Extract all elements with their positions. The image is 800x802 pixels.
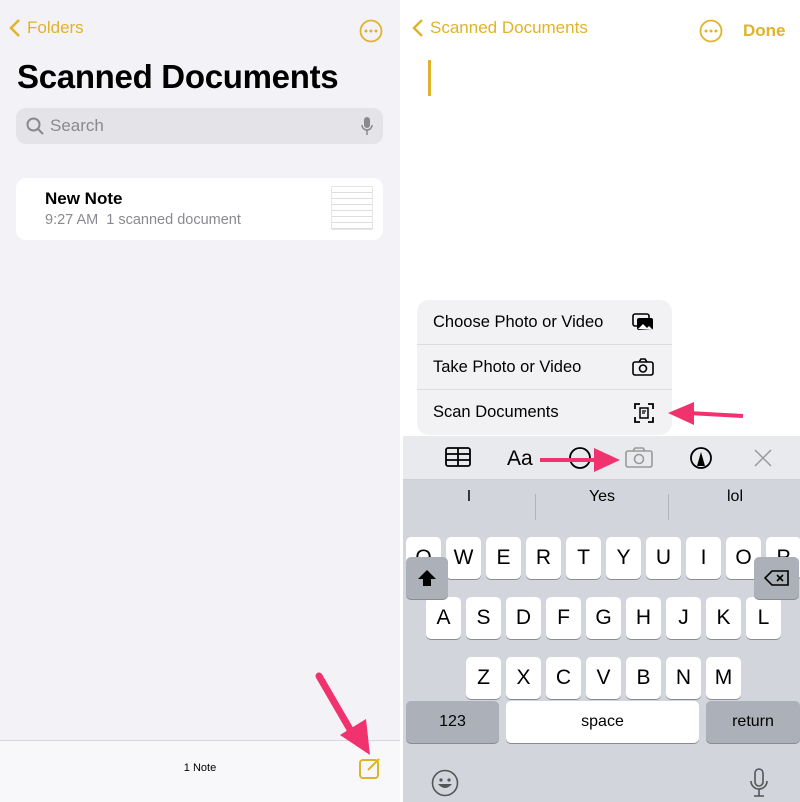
key-a[interactable]: A bbox=[426, 597, 461, 639]
shift-key[interactable] bbox=[406, 557, 448, 599]
menu-item-scan-documents[interactable]: Scan Documents bbox=[417, 390, 672, 435]
note-summary: 1 scanned document bbox=[106, 212, 241, 228]
key-d[interactable]: D bbox=[506, 597, 541, 639]
key-v[interactable]: V bbox=[586, 657, 621, 699]
more-icon[interactable] bbox=[359, 19, 383, 43]
markup-pen-icon[interactable] bbox=[689, 446, 713, 470]
note-count: 1 Note bbox=[183, 762, 217, 774]
space-key[interactable]: space bbox=[506, 701, 699, 743]
text-cursor bbox=[428, 60, 431, 96]
suggestion[interactable]: lol bbox=[669, 488, 800, 506]
return-key[interactable]: return bbox=[706, 701, 800, 743]
key-f[interactable]: F bbox=[546, 597, 581, 639]
key-h[interactable]: H bbox=[626, 597, 661, 639]
menu-item-label: Choose Photo or Video bbox=[433, 312, 604, 331]
notes-list-panel: Folders Scanned Documents Search New Not… bbox=[0, 0, 400, 802]
suggestion[interactable]: Yes bbox=[536, 488, 668, 506]
more-icon[interactable] bbox=[699, 19, 723, 43]
key-k[interactable]: K bbox=[706, 597, 741, 639]
suggestion[interactable]: I bbox=[403, 488, 535, 506]
note-time: 9:27 AM bbox=[45, 212, 99, 228]
chevron-left-icon bbox=[412, 19, 423, 37]
attachment-menu: Choose Photo or Video Take Photo or Vide… bbox=[417, 300, 672, 435]
note-thumbnail bbox=[331, 186, 373, 230]
note-list-item[interactable]: New Note 9:27 AM 1 scanned document bbox=[16, 178, 383, 240]
chevron-left-icon bbox=[9, 19, 20, 37]
close-icon[interactable] bbox=[754, 449, 772, 467]
key-g[interactable]: G bbox=[586, 597, 621, 639]
done-button[interactable]: Done bbox=[743, 21, 786, 41]
key-t[interactable]: T bbox=[566, 537, 601, 579]
shift-icon bbox=[418, 570, 436, 586]
format-toolbar: Aa bbox=[403, 436, 800, 480]
key-x[interactable]: X bbox=[506, 657, 541, 699]
key-s[interactable]: S bbox=[466, 597, 501, 639]
note-subtitle: 9:27 AM 1 scanned document bbox=[45, 212, 241, 228]
search-input[interactable]: Search bbox=[16, 108, 383, 144]
format-button[interactable]: Aa bbox=[507, 447, 533, 471]
back-label: Scanned Documents bbox=[430, 18, 588, 37]
checklist-icon[interactable] bbox=[568, 446, 592, 470]
back-label: Folders bbox=[27, 18, 84, 37]
bottom-toolbar: 1 Note bbox=[0, 740, 400, 802]
note-title: New Note bbox=[45, 189, 123, 208]
camera-icon[interactable] bbox=[625, 446, 653, 468]
key-j[interactable]: J bbox=[666, 597, 701, 639]
key-l[interactable]: L bbox=[746, 597, 781, 639]
dictation-icon[interactable] bbox=[750, 768, 768, 798]
key-b[interactable]: B bbox=[626, 657, 661, 699]
key-n[interactable]: N bbox=[666, 657, 701, 699]
compose-icon[interactable] bbox=[358, 756, 382, 780]
key-c[interactable]: C bbox=[546, 657, 581, 699]
menu-item-label: Take Photo or Video bbox=[433, 357, 582, 376]
numbers-key[interactable]: 123 bbox=[406, 701, 499, 743]
key-e[interactable]: E bbox=[486, 537, 521, 579]
menu-item-label: Scan Documents bbox=[433, 403, 559, 421]
menu-item-choose-photo[interactable]: Choose Photo or Video bbox=[417, 300, 672, 345]
search-icon bbox=[26, 117, 44, 135]
scan-document-icon bbox=[634, 402, 654, 423]
page-title: Scanned Documents bbox=[17, 58, 339, 95]
table-icon[interactable] bbox=[445, 447, 471, 467]
delete-key[interactable] bbox=[754, 557, 799, 599]
menu-item-take-photo[interactable]: Take Photo or Video bbox=[417, 345, 672, 390]
search-placeholder: Search bbox=[50, 116, 104, 135]
emoji-icon[interactable] bbox=[431, 769, 459, 797]
keyboard: Aa I Yes lol QWERTYUIOPASDFGHJKLZXCVBNM … bbox=[403, 436, 800, 802]
back-button[interactable]: Scanned Documents bbox=[412, 18, 588, 38]
back-button[interactable]: Folders bbox=[9, 18, 84, 38]
photo-library-icon bbox=[632, 313, 653, 330]
key-m[interactable]: M bbox=[706, 657, 741, 699]
key-r[interactable]: R bbox=[526, 537, 561, 579]
key-w[interactable]: W bbox=[446, 537, 481, 579]
key-i[interactable]: I bbox=[686, 537, 721, 579]
key-z[interactable]: Z bbox=[466, 657, 501, 699]
key-u[interactable]: U bbox=[646, 537, 681, 579]
key-y[interactable]: Y bbox=[606, 537, 641, 579]
microphone-icon[interactable] bbox=[361, 116, 373, 136]
camera-icon bbox=[632, 358, 654, 376]
delete-icon bbox=[763, 570, 789, 586]
